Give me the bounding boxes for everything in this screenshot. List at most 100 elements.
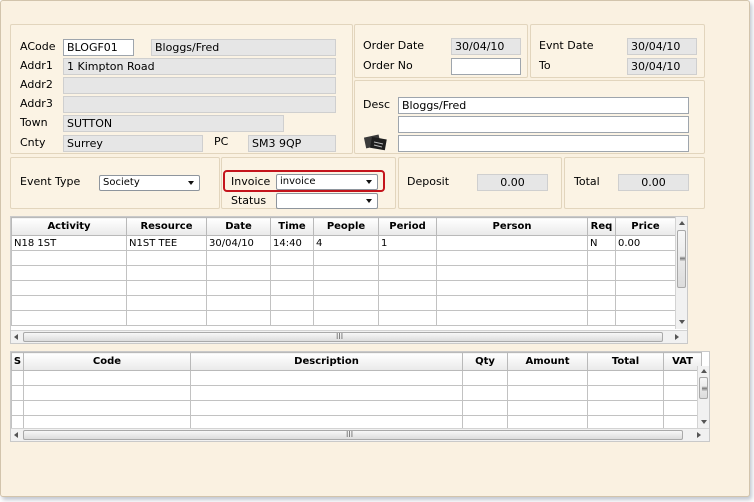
cell-people[interactable]: 4	[313, 235, 379, 251]
table-row[interactable]	[11, 280, 676, 296]
scroll-right-icon[interactable]	[675, 334, 679, 340]
bookings-grid[interactable]: Activity Resource Date Time People Perio…	[10, 216, 688, 344]
acode-label: ACode	[20, 40, 56, 53]
col-resource[interactable]: Resource	[126, 217, 207, 236]
notes-icon[interactable]	[363, 133, 388, 151]
order-no-label: Order No	[363, 59, 413, 72]
chevron-down-icon	[366, 199, 372, 203]
to-field[interactable]: 30/04/10	[627, 58, 697, 75]
to-label: To	[539, 59, 551, 72]
order-panel: Order Date 30/04/10 Order No	[354, 24, 528, 78]
scroll-down-icon[interactable]	[679, 320, 685, 324]
scroll-up-icon[interactable]	[701, 369, 707, 373]
items-horizontal-thumb[interactable]: III	[23, 430, 683, 440]
bookings-header-row: Activity Resource Date Time People Perio…	[11, 217, 676, 236]
booking-form: ACode BLOGF01 Bloggs/Fred Addr1 1 Kimpto…	[0, 0, 750, 497]
grip-icon: ≡	[701, 384, 708, 393]
table-row[interactable]	[11, 295, 676, 311]
items-vertical-scrollbar[interactable]: ≡	[697, 366, 709, 428]
col-description[interactable]: Description	[190, 352, 463, 371]
addr2-label: Addr2	[20, 78, 53, 91]
desc-line3-field[interactable]	[398, 135, 689, 152]
scroll-left-icon[interactable]	[14, 432, 18, 438]
col-time[interactable]: Time	[270, 217, 314, 236]
col-qty[interactable]: Qty	[462, 352, 508, 371]
grip-icon: ≡	[679, 254, 686, 263]
event-type-value: Society	[103, 177, 140, 188]
cell-activity[interactable]: N18 1ST	[11, 235, 127, 251]
col-person[interactable]: Person	[436, 217, 588, 236]
scroll-down-icon[interactable]	[701, 420, 707, 424]
addr3-label: Addr3	[20, 97, 53, 110]
scroll-up-icon[interactable]	[679, 221, 685, 225]
col-amount[interactable]: Amount	[507, 352, 588, 371]
table-row[interactable]	[11, 265, 676, 281]
col-s[interactable]: S	[11, 352, 24, 371]
invoice-value: invoice	[280, 176, 316, 187]
cell-resource[interactable]: N1ST TEE	[126, 235, 207, 251]
acode-field[interactable]: BLOGF01	[63, 39, 134, 56]
invoice-panel: Invoice invoice Status	[221, 157, 396, 209]
table-row[interactable]	[11, 310, 676, 326]
town-field[interactable]: SUTTON	[63, 115, 284, 132]
grip-icon: III	[346, 430, 354, 439]
col-period[interactable]: Period	[378, 217, 437, 236]
grip-icon: III	[336, 332, 344, 341]
col-code[interactable]: Code	[23, 352, 191, 371]
total-panel: Total 0.00	[564, 157, 705, 209]
account-name-field[interactable]: Bloggs/Fred	[151, 39, 336, 56]
addr1-field[interactable]: 1 Kimpton Road	[63, 58, 336, 75]
deposit-field[interactable]: 0.00	[477, 174, 548, 191]
addr3-field[interactable]	[63, 96, 336, 113]
cell-person[interactable]	[436, 235, 588, 251]
cell-period[interactable]: 1	[378, 235, 437, 251]
bookings-vertical-thumb[interactable]: ≡	[677, 230, 686, 288]
order-no-field[interactable]	[451, 58, 521, 75]
bookings-horizontal-scrollbar[interactable]: III	[11, 330, 687, 343]
total-field[interactable]: 0.00	[618, 174, 689, 191]
invoice-select[interactable]: invoice	[276, 174, 378, 190]
col-date[interactable]: Date	[206, 217, 271, 236]
table-row[interactable]: N18 1ST N1ST TEE 30/04/10 14:40 4 1 N 0.…	[11, 235, 676, 251]
cell-date[interactable]: 30/04/10	[206, 235, 271, 251]
addr1-label: Addr1	[20, 59, 53, 72]
pc-field[interactable]: SM3 9QP	[248, 135, 336, 152]
table-row[interactable]	[11, 370, 702, 386]
col-activity[interactable]: Activity	[11, 217, 127, 236]
scroll-right-icon[interactable]	[697, 432, 701, 438]
cnty-field[interactable]: Surrey	[63, 135, 203, 152]
town-label: Town	[20, 116, 48, 129]
chevron-down-icon	[366, 180, 372, 184]
status-select[interactable]	[276, 193, 378, 209]
order-date-label: Order Date	[363, 39, 425, 52]
items-vertical-thumb[interactable]: ≡	[699, 377, 708, 399]
event-type-select[interactable]: Society	[99, 175, 200, 191]
col-people[interactable]: People	[313, 217, 379, 236]
table-row[interactable]	[11, 250, 676, 266]
items-horizontal-scrollbar[interactable]: III	[11, 428, 709, 441]
evnt-date-field[interactable]: 30/04/10	[627, 38, 697, 55]
deposit-panel: Deposit 0.00	[398, 157, 562, 209]
table-row[interactable]	[11, 400, 702, 416]
bookings-vertical-scrollbar[interactable]: ≡	[675, 217, 687, 329]
cnty-label: Cnty	[20, 136, 46, 149]
event-type-label: Event Type	[20, 175, 81, 188]
addr2-field[interactable]	[63, 77, 336, 94]
col-req[interactable]: Req	[587, 217, 616, 236]
col-vat[interactable]: VAT	[663, 352, 702, 371]
desc-line1-field[interactable]: Bloggs/Fred	[398, 97, 689, 114]
desc-line2-field[interactable]	[398, 116, 689, 133]
items-grid[interactable]: S Code Description Qty Amount Total VAT …	[10, 351, 710, 442]
table-row[interactable]	[11, 385, 702, 401]
bookings-horizontal-thumb[interactable]: III	[23, 332, 663, 342]
cell-price[interactable]: 0.00	[615, 235, 676, 251]
cell-req[interactable]: N	[587, 235, 616, 251]
col-total[interactable]: Total	[587, 352, 664, 371]
scroll-left-icon[interactable]	[14, 334, 18, 340]
order-date-field[interactable]: 30/04/10	[451, 38, 521, 55]
col-price[interactable]: Price	[615, 217, 676, 236]
items-table: S Code Description Qty Amount Total VAT	[11, 352, 702, 431]
desc-label: Desc	[363, 98, 391, 111]
cell-time[interactable]: 14:40	[270, 235, 314, 251]
description-panel: Desc Bloggs/Fred	[354, 80, 705, 154]
